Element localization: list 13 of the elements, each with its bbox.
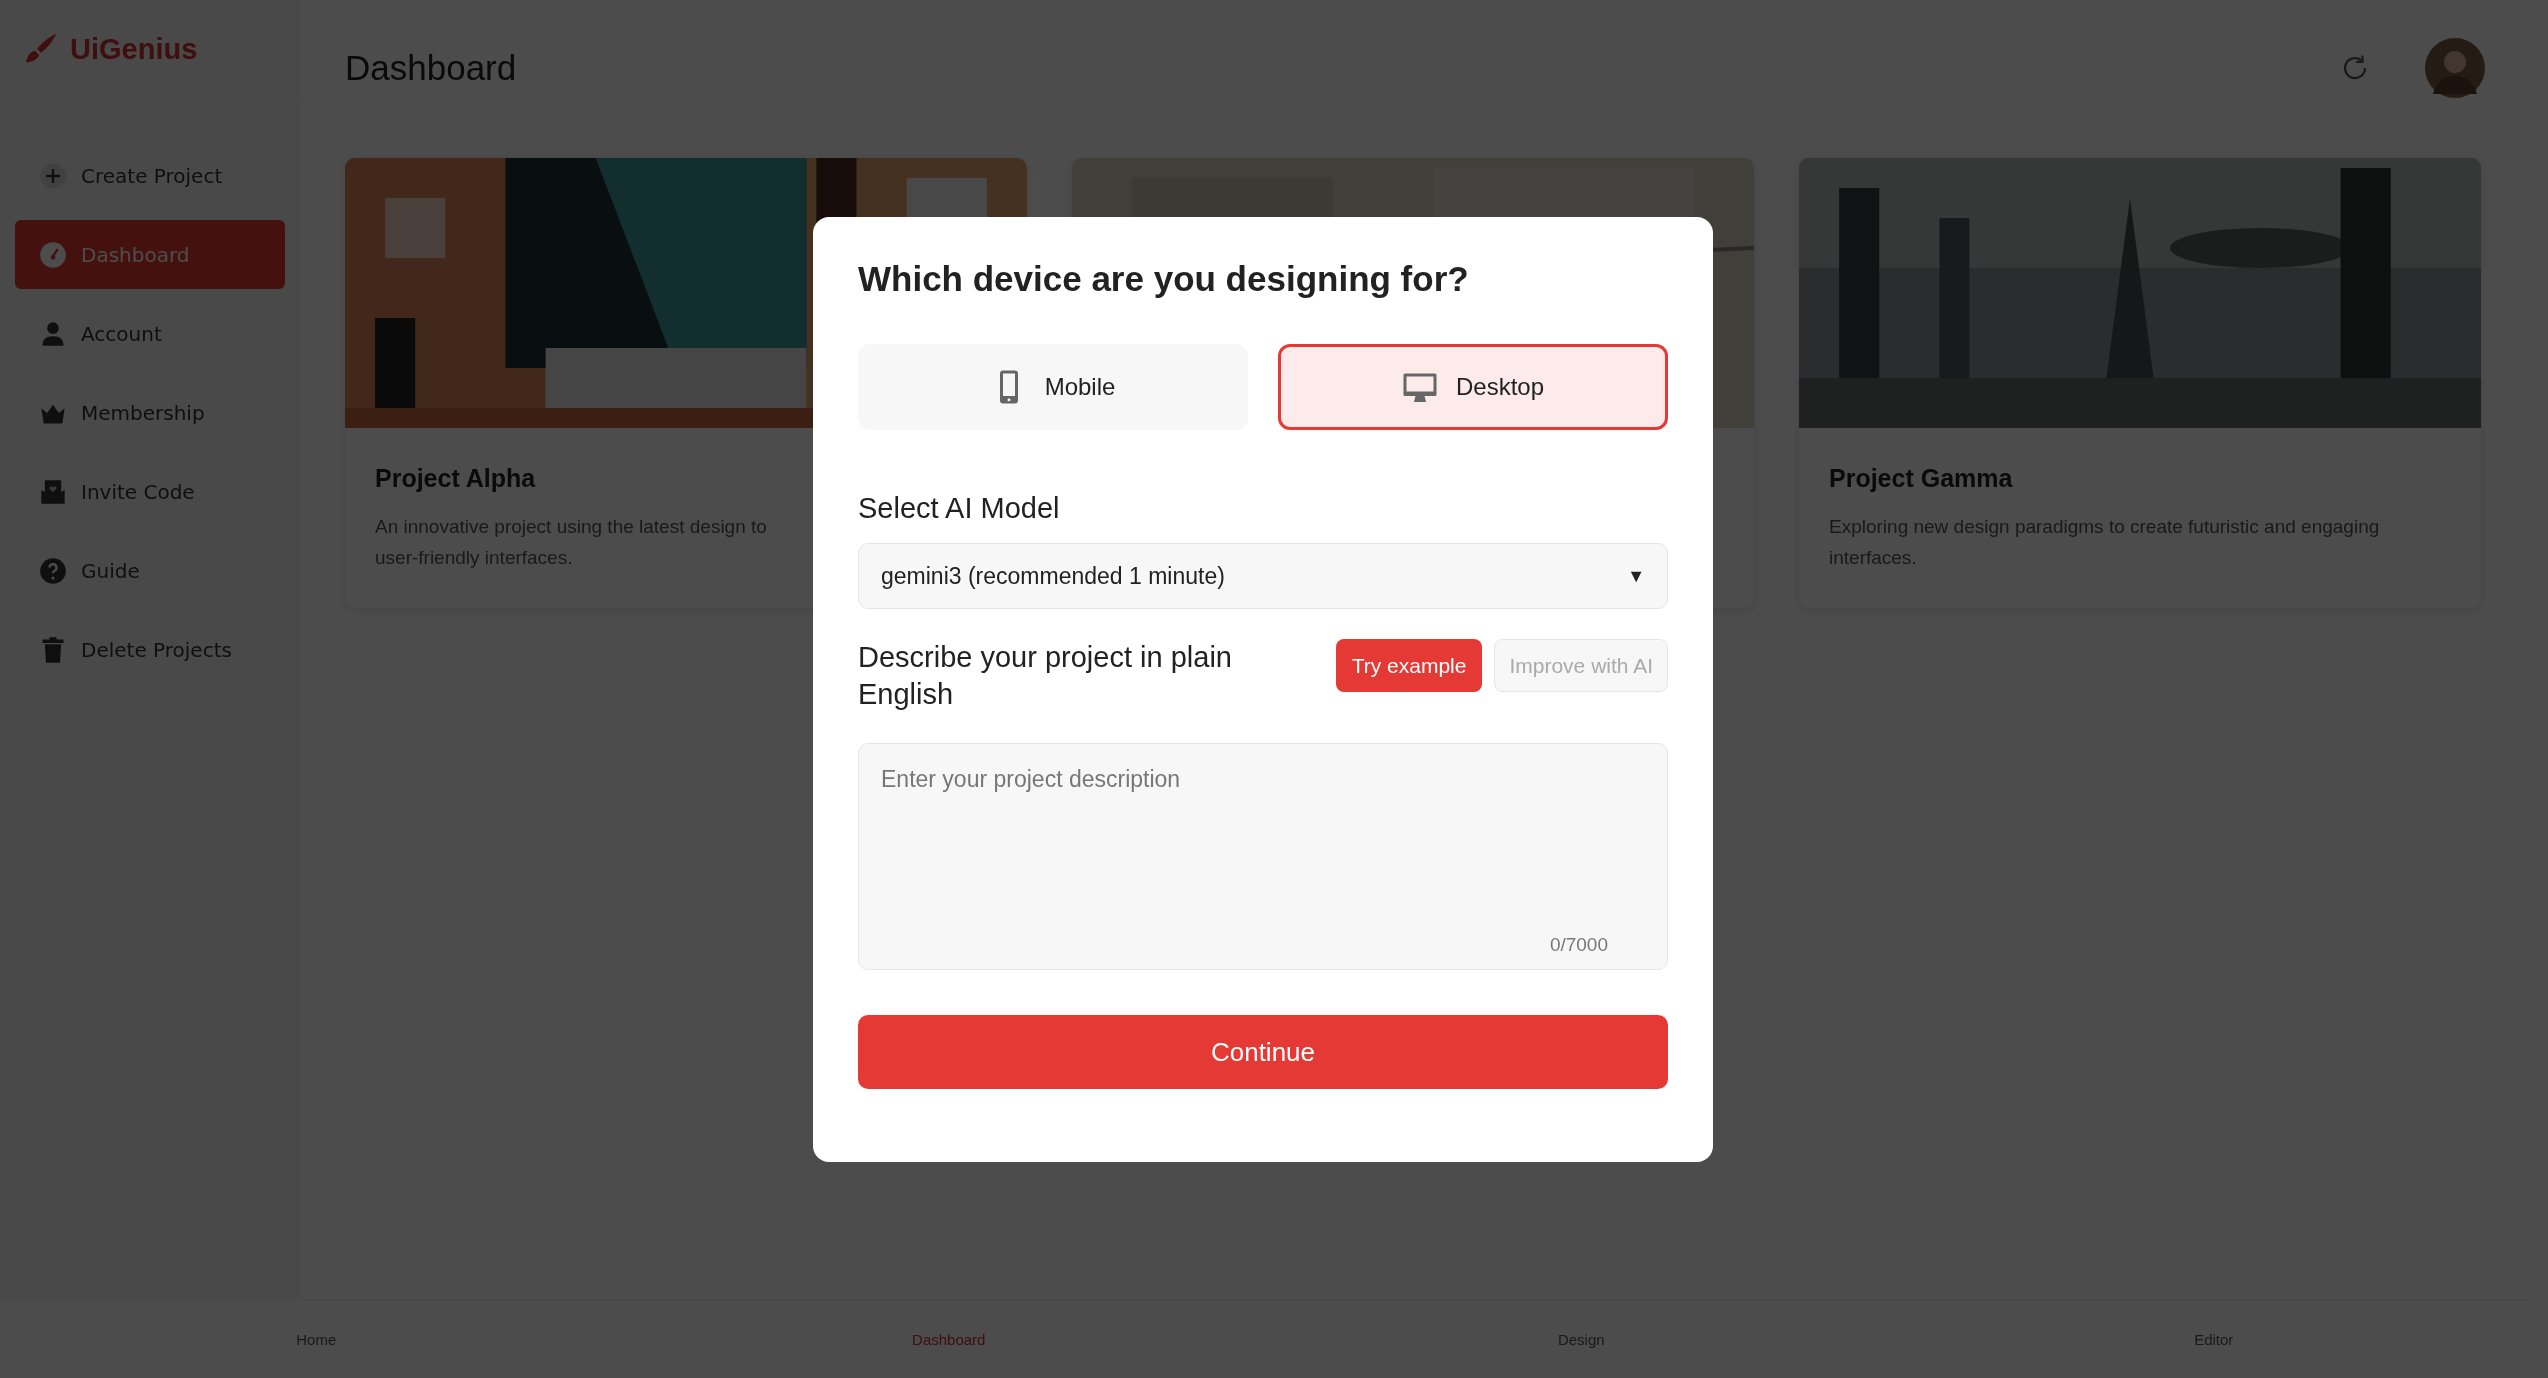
field-label: Select AI Model <box>858 492 1061 525</box>
model-dropdown[interactable]: gemini3 (recommended 1 minute) ▼ <box>858 543 1668 609</box>
character-counter: 0/7000 <box>1549 934 1608 956</box>
try-example-button[interactable]: Try example <box>1335 639 1483 692</box>
bottom-nav-link[interactable]: Dashboard <box>912 1330 986 1348</box>
device-option[interactable]: Mobile <box>858 344 1248 430</box>
page-title: Dashboard <box>345 47 517 88</box>
field-label: Describe your project in plain English <box>858 640 1233 712</box>
project-title: Project Gamma <box>1829 464 2014 493</box>
dialog-title: Which device are you designing for? <box>858 259 1470 299</box>
continue-button[interactable]: Continue <box>858 1015 1668 1089</box>
device-option[interactable]: Desktop <box>1278 344 1668 430</box>
project-title: Project Alpha <box>375 464 537 493</box>
